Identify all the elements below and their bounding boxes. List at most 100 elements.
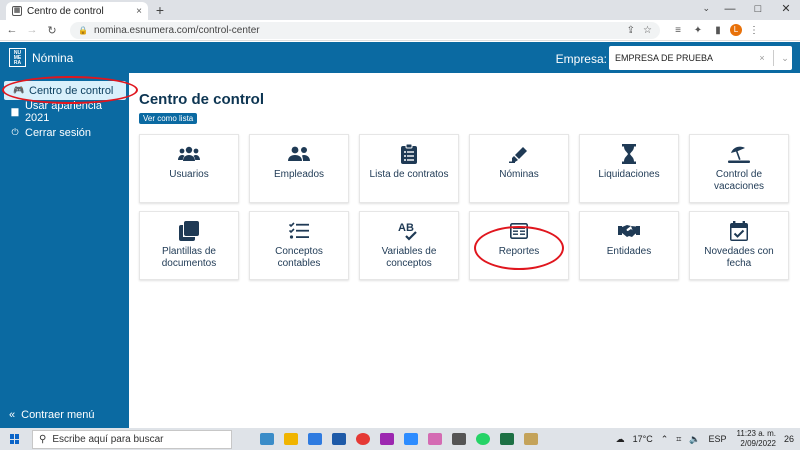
lock-icon[interactable]: 🔒	[78, 26, 88, 35]
minimize-button[interactable]: —	[716, 0, 744, 20]
share-icon[interactable]: ⇪	[627, 25, 635, 36]
app-icon[interactable]	[452, 433, 466, 445]
slack-icon[interactable]	[380, 433, 394, 445]
tasks-icon	[289, 220, 309, 242]
chrome-icon[interactable]	[356, 433, 370, 445]
empresa-label: Empresa:	[555, 52, 607, 66]
empresa-select[interactable]: EMPRESA DE PRUEBA × ⌄	[609, 46, 792, 70]
profile-avatar[interactable]: L	[730, 24, 742, 36]
card-label: Usuarios	[169, 169, 209, 180]
extensions-icon[interactable]: ✦	[690, 25, 706, 36]
back-icon[interactable]: ←	[4, 24, 20, 36]
card-label: Lista de contratos	[369, 169, 449, 180]
system-tray: ☁ 17°C ⌃ ⌗ 🔈 ESP 11:23 a. m. 2/09/2022 2…	[608, 428, 794, 450]
numera-logo: NU ME RA	[9, 48, 26, 67]
toggle-icon: ▆	[11, 106, 19, 116]
card-label: Plantillas de documentos	[161, 246, 217, 269]
taskbar-search-input[interactable]: ⚲ Escribe aquí para buscar	[32, 429, 232, 449]
temperature[interactable]: 17°C	[633, 434, 653, 444]
new-tab-button[interactable]: +	[153, 2, 167, 18]
volume-icon[interactable]: 🔈	[689, 434, 700, 445]
card-label: Liquidaciones	[598, 169, 660, 180]
card-lista-de-contratos[interactable]: Lista de contratos	[359, 134, 459, 203]
sidebar-item-centro-de-control[interactable]: 🎮 Centro de control	[4, 81, 126, 100]
users-icon	[178, 143, 200, 165]
toolbar-actions: ≡ ✦ ▮ L ⋮	[666, 24, 762, 36]
favicon-icon: ▦	[12, 6, 22, 16]
card-empleados[interactable]: Empleados	[249, 134, 349, 203]
umbrella-beach-icon	[728, 143, 750, 165]
notes-icon[interactable]	[524, 433, 538, 445]
card-reportes[interactable]: Reportes	[469, 211, 569, 280]
collapse-menu-button[interactable]: « Contraer menú	[0, 406, 129, 424]
power-icon: ⏻	[11, 127, 19, 137]
card-novedades-con-fecha[interactable]: Novedades con fecha	[689, 211, 789, 280]
browser-menu-icon[interactable]: ⋮	[746, 25, 762, 36]
tray-chevron-icon[interactable]: ⌃	[661, 434, 669, 445]
reading-list-icon[interactable]: ≡	[670, 25, 686, 36]
highlighter-icon	[509, 143, 529, 165]
card-variables-de-conceptos[interactable]: AB Variables de conceptos	[359, 211, 459, 280]
zoom-icon[interactable]	[404, 433, 418, 445]
sidebar-item-usar-apariencia[interactable]: ▆ Usar apariencia 2021	[0, 100, 129, 124]
clipboard-list-icon	[401, 143, 417, 165]
tab-search-icon[interactable]: ⌄	[702, 3, 710, 14]
reload-icon[interactable]: ↻	[44, 24, 60, 37]
page-title: Centro de control	[139, 91, 265, 108]
tab-close-icon[interactable]: ×	[136, 6, 142, 17]
card-usuarios[interactable]: Usuarios	[139, 134, 239, 203]
clock-date: 2/09/2022	[740, 439, 776, 448]
empresa-value[interactable]: EMPRESA DE PRUEBA	[615, 53, 755, 63]
browser-tabstrip: ▦ Centro de control × + ⌄ — □ ✕	[0, 0, 800, 20]
clone-icon	[179, 220, 199, 242]
app-header: NU ME RA Nómina Empresa: EMPRESA DE PRUE…	[0, 42, 800, 73]
windows-start-icon[interactable]	[10, 434, 20, 444]
whatsapp-icon[interactable]	[476, 433, 490, 445]
paint-icon[interactable]	[428, 433, 442, 445]
file-explorer-icon[interactable]	[284, 433, 298, 445]
app-name: Nómina	[32, 50, 74, 65]
taskbar: ⚲ Escribe aquí para buscar ☁ 17°C ⌃ ⌗ 🔈 …	[0, 428, 800, 450]
sidebar-item-cerrar-sesion[interactable]: ⏻ Cerrar sesión	[0, 123, 129, 142]
calendar-check-icon	[730, 220, 748, 242]
card-liquidaciones[interactable]: Liquidaciones	[579, 134, 679, 203]
excel-icon[interactable]	[500, 433, 514, 445]
chevron-down-icon[interactable]: ⌄	[778, 53, 792, 64]
gamepad-icon: 🎮	[13, 85, 25, 95]
sidebar-item-label: Cerrar sesión	[25, 126, 92, 139]
spell-check-icon: AB	[398, 220, 420, 242]
user-group-icon	[288, 143, 310, 165]
address-bar[interactable]: 🔒 nomina.esnumera.com/control-center ⇪ ☆	[70, 21, 660, 39]
browser-toolbar: ← → ↻ 🔒 nomina.esnumera.com/control-cent…	[0, 20, 800, 41]
clock-time: 11:23 a. m.	[736, 429, 776, 438]
notifications-badge[interactable]: 26	[784, 434, 794, 444]
weather-icon[interactable]: ☁	[616, 434, 625, 445]
handshake-icon	[618, 220, 640, 242]
search-icon: ⚲	[39, 433, 47, 445]
card-conceptos-contables[interactable]: Conceptos contables	[249, 211, 349, 280]
maximize-button[interactable]: □	[744, 0, 772, 20]
taskbar-search-placeholder: Escribe aquí para buscar	[52, 433, 164, 445]
mail-icon[interactable]	[332, 433, 346, 445]
network-icon[interactable]: ⌗	[676, 434, 681, 445]
url-text[interactable]: nomina.esnumera.com/control-center	[94, 25, 619, 36]
language-indicator[interactable]: ESP	[709, 434, 727, 444]
clock[interactable]: 11:23 a. m. 2/09/2022	[737, 429, 776, 449]
hourglass-icon	[622, 143, 636, 165]
card-entidades[interactable]: Entidades	[579, 211, 679, 280]
side-panel-icon[interactable]: ▮	[710, 25, 726, 36]
close-window-button[interactable]: ✕	[772, 0, 800, 20]
task-view-icon[interactable]	[260, 433, 274, 445]
bookmark-star-icon[interactable]: ☆	[643, 25, 652, 36]
view-as-list-button[interactable]: Ver como lista	[139, 113, 198, 124]
store-icon[interactable]	[308, 433, 322, 445]
card-label: Entidades	[606, 246, 652, 257]
clear-icon[interactable]: ×	[755, 53, 769, 63]
card-plantillas-de-documentos[interactable]: Plantillas de documentos	[139, 211, 239, 280]
card-label: Variables de conceptos	[381, 246, 437, 269]
forward-icon[interactable]: →	[24, 24, 40, 36]
card-nominas[interactable]: Nóminas	[469, 134, 569, 203]
browser-tab[interactable]: ▦ Centro de control ×	[6, 2, 148, 20]
svg-text:AB: AB	[398, 222, 414, 234]
card-control-de-vacaciones[interactable]: Control de vacaciones	[689, 134, 789, 203]
